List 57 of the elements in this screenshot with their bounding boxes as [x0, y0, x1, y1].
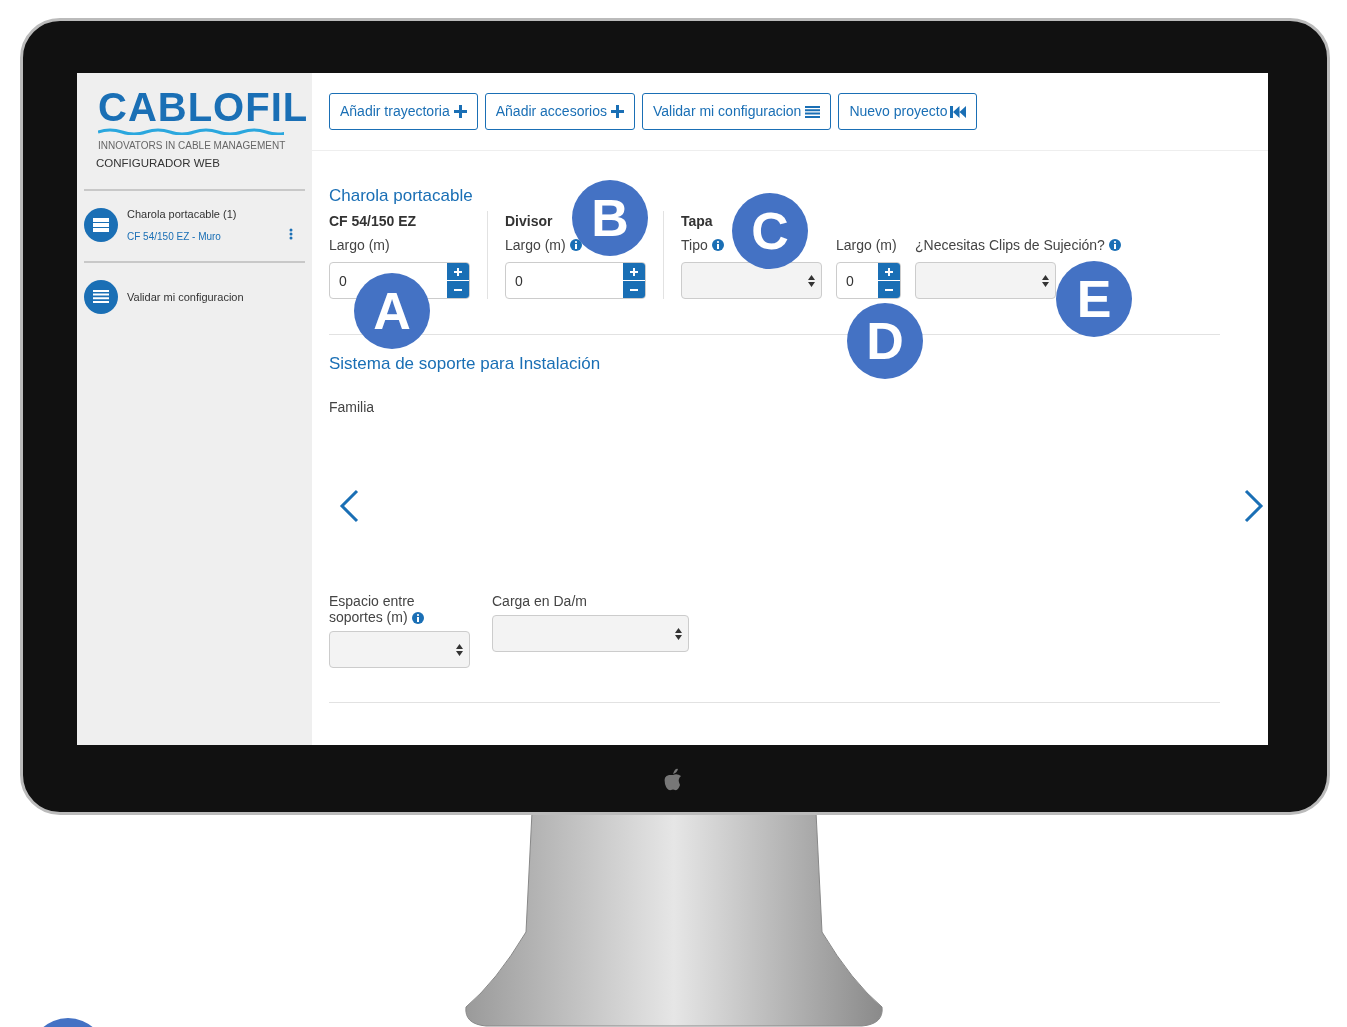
sidebar-item[interactable]: Charola portacable (1) CF 54/150 EZ - Muro [84, 191, 305, 244]
decrement-button[interactable] [623, 281, 645, 298]
toolbar-button[interactable]: Validar mi configuracion [642, 93, 832, 130]
list-icon [93, 290, 109, 304]
toolbar-button[interactable]: Nuevo proyecto [838, 93, 978, 130]
number-input[interactable]: 0 [836, 262, 901, 299]
section-title: Sistema de soporte para Instalación [329, 353, 601, 375]
plus-icon [630, 267, 638, 276]
sort-caret-icon [808, 274, 815, 287]
chevron-right-icon [1244, 488, 1264, 523]
group-heading: Tapa [681, 212, 713, 231]
tray-icon [93, 218, 109, 232]
increment-button[interactable] [447, 263, 469, 280]
field-label: Carga en Da/m [492, 593, 587, 609]
sort-caret-icon [1042, 274, 1049, 287]
minus-icon [885, 288, 893, 291]
item-subtitle: CF 54/150 EZ - Muro [127, 229, 222, 244]
field-label: Largo (m) [836, 235, 897, 255]
field-label: ¿Necesitas Clips de Sujeción? [915, 235, 1105, 255]
list-icon [805, 105, 821, 118]
toolbar-button[interactable]: Añadir trayectoria [329, 93, 478, 130]
select-dropdown[interactable] [681, 262, 822, 299]
section-title: Charola portacable [329, 185, 473, 207]
next-arrow[interactable] [1244, 488, 1264, 523]
plus-icon [885, 267, 893, 276]
toolbar-button[interactable]: Añadir accesorios [484, 93, 635, 130]
plus-icon [454, 267, 462, 276]
decrement-button[interactable] [447, 281, 469, 298]
app-subtitle: CONFIGURADOR WEB [96, 156, 221, 171]
increment-button[interactable] [623, 263, 645, 280]
sort-caret-icon [456, 643, 463, 656]
brand-logo: CABLOFIL [98, 87, 305, 127]
chevron-left-icon [339, 488, 359, 523]
group-heading: Divisor [505, 212, 553, 231]
item-title: Charola portacable (1) [127, 207, 238, 223]
field-label: Tipo [681, 235, 708, 255]
field-label: Largo (m) [329, 235, 390, 255]
field-label: Largo (m) [505, 235, 566, 255]
field-label: Espacio entre soportes (m) [329, 593, 415, 625]
increment-button[interactable] [878, 263, 900, 280]
plus-icon [453, 105, 467, 118]
rewind-icon [950, 105, 967, 118]
item-title: Validar mi configuracion [127, 289, 245, 305]
wave-icon [98, 127, 284, 135]
more-options-icon [289, 228, 293, 240]
group-heading: CF 54/150 EZ [329, 212, 417, 231]
sidebar-item[interactable]: Validar mi configuracion [84, 262, 305, 314]
previous-arrow[interactable] [339, 488, 359, 523]
brand-tagline: INNOVATORS IN CABLE MANAGEMENT [98, 139, 287, 153]
plus-icon [611, 105, 624, 118]
apple-logo-icon [663, 768, 683, 792]
number-input[interactable]: 0 [505, 262, 646, 299]
decrement-button[interactable] [878, 281, 900, 298]
minus-icon [454, 288, 462, 291]
field-label: Familia [329, 398, 375, 417]
sort-caret-icon [675, 627, 682, 640]
minus-icon [630, 288, 638, 291]
